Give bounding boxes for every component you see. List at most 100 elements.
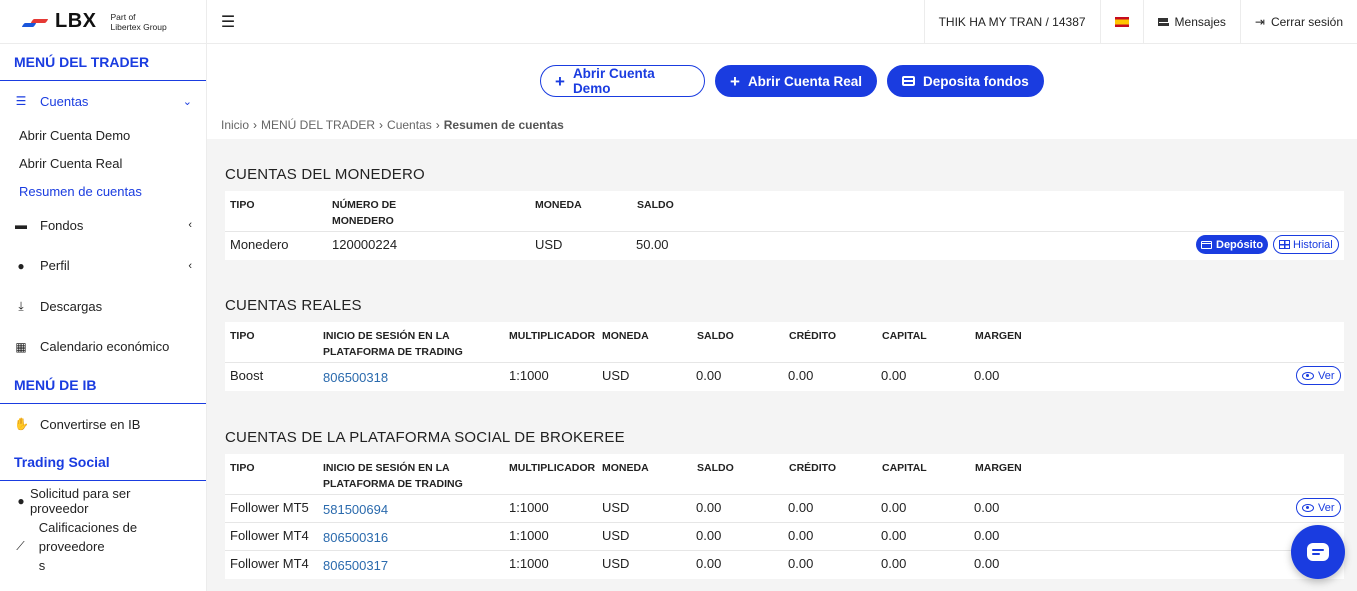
sidebar-item-perfil[interactable]: ● Perfil ‹ — [0, 245, 206, 286]
col-credito: CRÉDITO — [789, 330, 837, 342]
cell-moneda: USD — [602, 368, 630, 383]
accounts-content: CUENTAS DEL MONEDERO TIPO NÚMERO DE MONED… — [207, 139, 1357, 591]
language-selector[interactable] — [1099, 0, 1143, 44]
chat-button[interactable] — [1291, 525, 1345, 579]
view-label: Ver — [1318, 501, 1335, 514]
download-icon: ⤓ — [18, 298, 24, 313]
history-button[interactable]: Historial — [1273, 235, 1339, 254]
cell-multiplicador: 1:1000 — [509, 500, 549, 515]
wallet-table: TIPO NÚMERO DE MONEDERO MONEDA SALDO Mone… — [225, 191, 1344, 260]
sidebar-item-label: Perfil — [40, 258, 70, 273]
messages-label: Mensajes — [1174, 14, 1226, 29]
sidebar-item-label: Fondos — [40, 217, 84, 233]
top-header: LBX Part of Libertex Group ☰ THIK HA MY … — [0, 0, 1357, 44]
view-button[interactable]: Ver — [1296, 366, 1341, 385]
cell-multiplicador: 1:1000 — [509, 368, 549, 383]
sidebar-item-fondos[interactable]: ▬ Fondos ‹ — [0, 205, 206, 245]
view-button[interactable]: Ver — [1296, 498, 1341, 517]
cell-login-link[interactable]: 806500318 — [323, 370, 388, 385]
sidebar-item-label: Calendario económico — [40, 339, 170, 354]
sidebar-item-label: Solicitud para ser proveedor — [29, 486, 131, 516]
col-numero: NÚMERO DE MONEDERO — [332, 197, 396, 229]
col-saldo: SALDO — [697, 462, 734, 474]
deposit-funds-label: Deposita fondos — [922, 73, 1029, 89]
breadcrumb-home[interactable]: Inicio — [221, 118, 249, 132]
plus-icon: + — [730, 71, 740, 91]
col-numero-line1: NÚMERO DE — [332, 199, 397, 211]
sidebar-sub-real[interactable]: Abrir Cuenta Real — [0, 149, 206, 177]
eye-icon — [1302, 371, 1314, 380]
sidebar-item-cuentas[interactable]: ☰ Cuentas ⌄ — [0, 81, 206, 121]
open-real-button[interactable]: + Abrir Cuenta Real — [715, 65, 877, 97]
cell-login-link[interactable]: 806500317 — [323, 558, 388, 573]
cell-credito: 0.00 — [788, 368, 814, 383]
chevron-down-icon: ⌄ — [182, 95, 192, 108]
cell-saldo: 0.00 — [696, 500, 722, 515]
real-accounts-table: TIPO INICIO DE SESIÓN EN LA PLATAFORMA DE… — [225, 322, 1344, 391]
col-saldo: SALDO — [637, 199, 674, 211]
sidebar-item-convertirse[interactable]: ✋ Convertirse en IB — [0, 404, 206, 444]
col-login-line2: PLATAFORMA DE TRADING — [323, 346, 463, 358]
cell-tipo: Follower MT4 — [230, 556, 309, 571]
col-login-line1: INICIO DE SESIÓN EN LA — [323, 330, 450, 342]
user-icon: ● — [17, 258, 25, 273]
envelope-icon — [1157, 17, 1169, 26]
sidebar: MENÚ DEL TRADER ☰ Cuentas ⌄ Abrir Cuenta… — [0, 44, 207, 591]
deposit-funds-button[interactable]: Deposita fondos — [886, 65, 1044, 97]
cell-saldo: 0.00 — [696, 528, 722, 543]
col-login-line1: INICIO DE SESIÓN EN LA — [323, 462, 450, 474]
breadcrumb-accounts[interactable]: Cuentas — [387, 118, 432, 132]
table-header: TIPO INICIO DE SESIÓN EN LA PLATAFORMA DE… — [225, 322, 1344, 363]
eye-icon — [1302, 503, 1314, 512]
cell-numero: 120000224 — [332, 237, 398, 252]
logout-link[interactable]: ⇥ Cerrar sesión — [1239, 0, 1357, 44]
cell-login-link[interactable]: 806500316 — [323, 530, 388, 545]
col-saldo: SALDO — [697, 330, 734, 342]
sidebar-item-descargas[interactable]: ⤓ Descargas — [0, 286, 206, 326]
sidebar-item-calificaciones[interactable]: ⟋ Calificaciones de proveedore s — [0, 519, 206, 573]
brand[interactable]: LBX Part of Libertex Group — [0, 0, 207, 44]
cell-saldo: 0.00 — [696, 368, 722, 383]
col-margen: MARGEN — [975, 462, 1022, 474]
logout-icon: ⇥ — [1254, 14, 1265, 29]
breadcrumb-menu[interactable]: MENÚ DEL TRADER — [261, 118, 375, 132]
cell-moneda: USD — [535, 237, 563, 252]
sidebar-sub-summary[interactable]: Resumen de cuentas — [0, 177, 206, 205]
sidebar-item-calendario[interactable]: ▦ Calendario económico — [0, 326, 206, 367]
cell-credito: 0.00 — [788, 556, 814, 571]
list-icon: ☰ — [15, 94, 27, 108]
user-account[interactable]: THIK HA MY TRAN / 14387 — [923, 0, 1100, 44]
col-moneda: MONEDA — [602, 462, 649, 474]
plus-icon: + — [555, 71, 565, 91]
cell-capital: 0.00 — [881, 528, 907, 543]
logo-sub-line1: Part of — [110, 11, 136, 22]
cell-margen: 0.00 — [974, 500, 1000, 515]
real-section-title: CUENTAS REALES — [225, 297, 362, 314]
sidebar-item-solicitud[interactable]: ● Solicitud para ser proveedor — [0, 481, 206, 521]
col-tipo: TIPO — [230, 199, 255, 211]
col-login: INICIO DE SESIÓN EN LA PLATAFORMA DE TRAD… — [323, 460, 463, 492]
col-credito: CRÉDITO — [789, 462, 837, 474]
col-capital: CAPITAL — [882, 462, 927, 474]
logo-text: LBX — [55, 10, 97, 32]
calificaciones-line1: Calificaciones de proveedore — [38, 519, 138, 554]
table-row: Boost 806500318 1:1000 USD 0.00 0.00 0.0… — [225, 363, 1344, 391]
col-multiplicador: MULTIPLICADOR — [509, 330, 596, 342]
col-tipo: TIPO — [230, 462, 255, 474]
social-accounts-table: TIPO INICIO DE SESIÓN EN LA PLATAFORMA DE… — [225, 454, 1344, 579]
logo-mark-icon — [21, 16, 51, 28]
user-icon: ● — [17, 494, 25, 508]
cell-tipo: Follower MT4 — [230, 528, 309, 543]
cell-login-link[interactable]: 581500694 — [323, 502, 388, 517]
deposit-label: Depósito — [1216, 238, 1264, 251]
table-row: Follower MT5 581500694 1:1000 USD 0.00 0… — [225, 495, 1344, 523]
open-demo-button[interactable]: + Abrir Cuenta Demo — [540, 65, 705, 97]
sidebar-sub-demo[interactable]: Abrir Cuenta Demo — [0, 121, 206, 149]
hamburger-icon[interactable]: ☰ — [220, 12, 236, 32]
chart-line-icon: ⟋ — [16, 538, 25, 553]
col-tipo: TIPO — [230, 330, 255, 342]
messages-link[interactable]: Mensajes — [1142, 0, 1240, 44]
logo-sub-line2: Libertex Group — [110, 21, 167, 32]
breadcrumb-current: Resumen de cuentas — [443, 118, 564, 132]
deposit-button[interactable]: Depósito — [1196, 235, 1269, 254]
